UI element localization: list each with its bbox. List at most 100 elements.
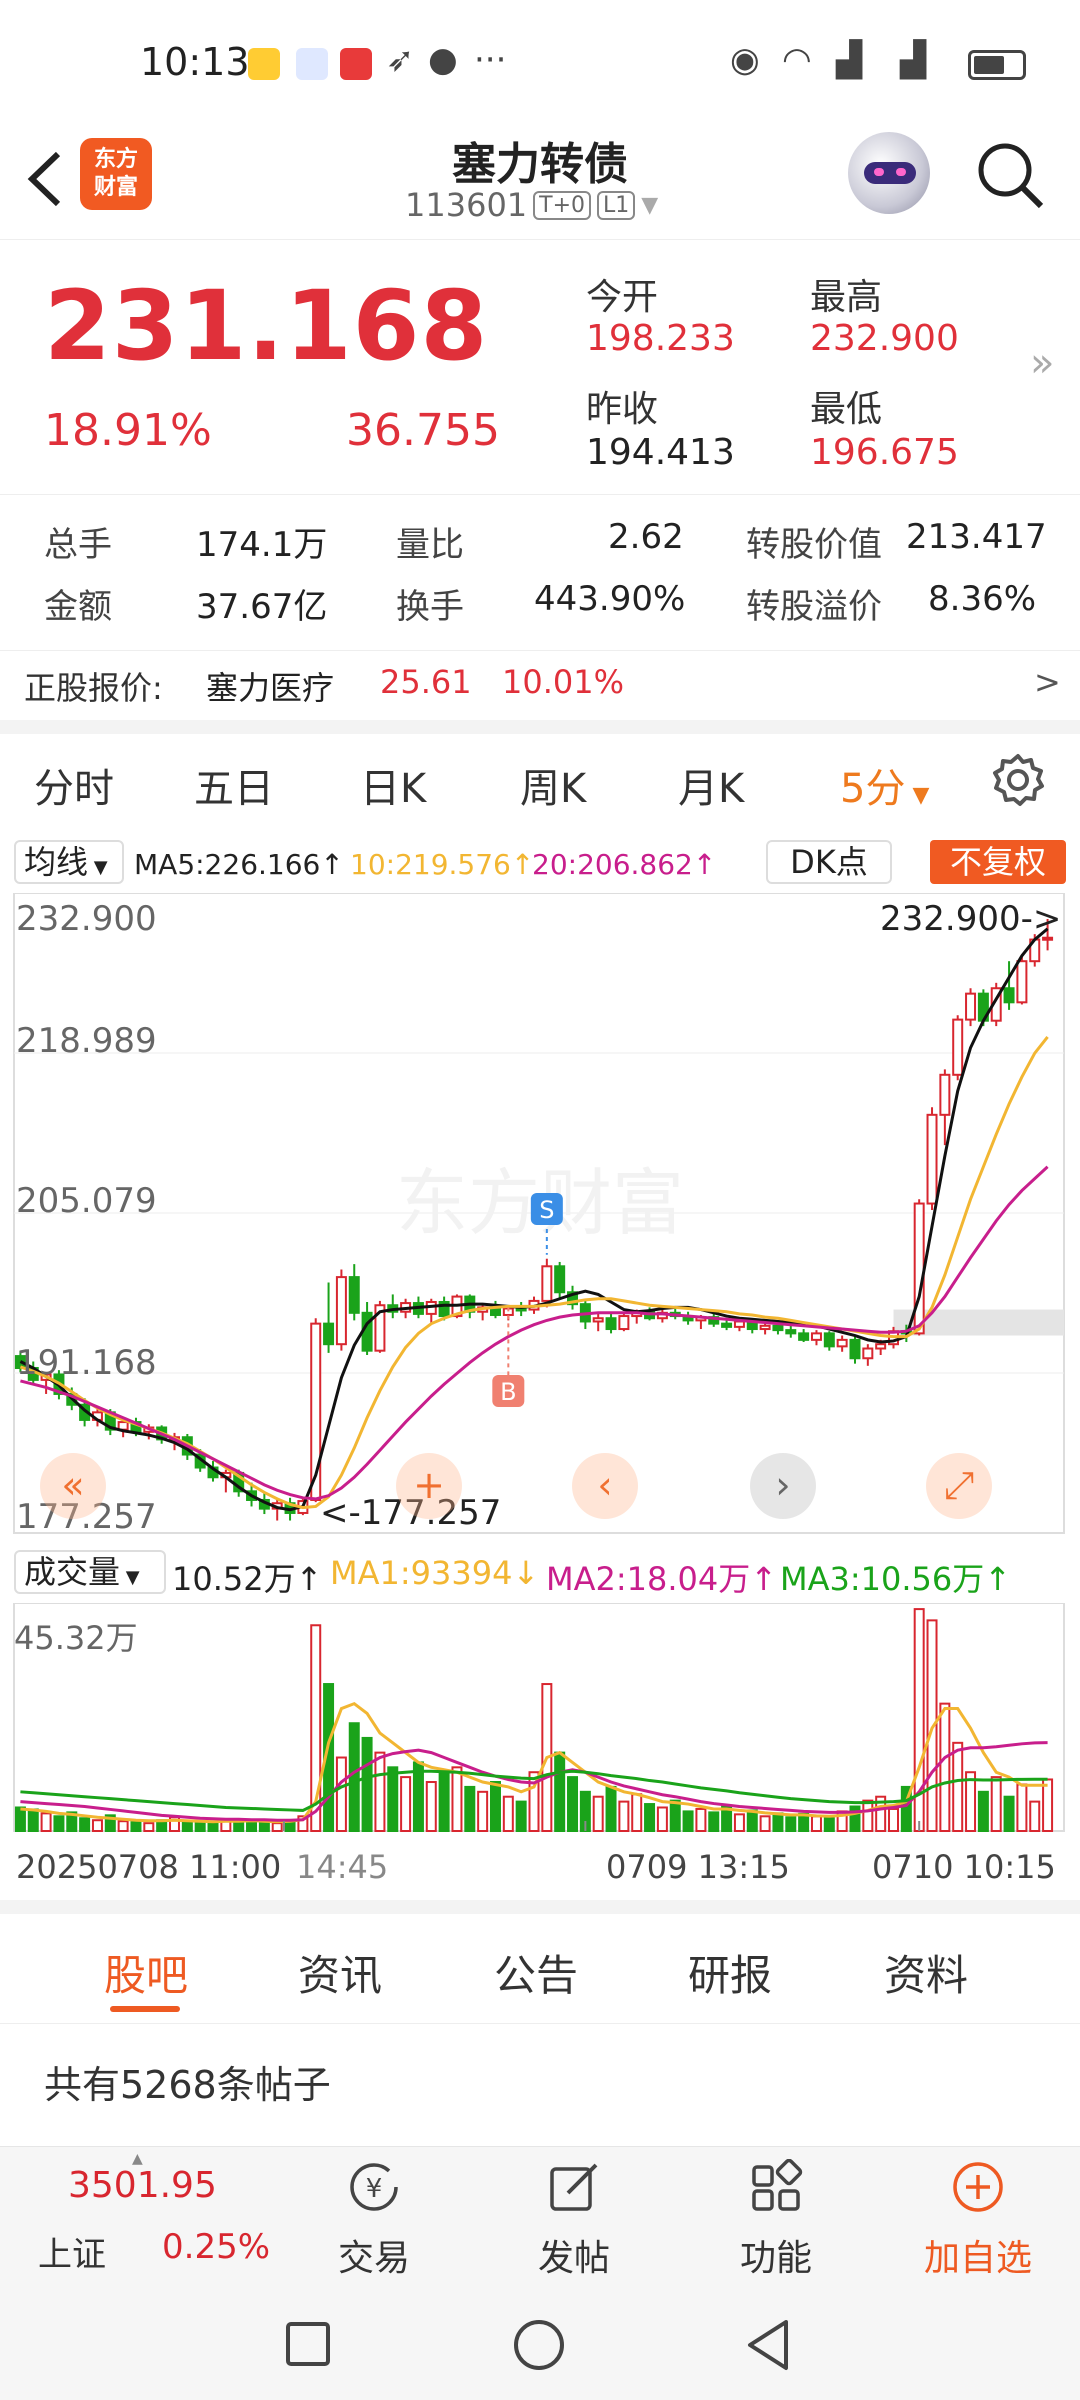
recent-apps-icon[interactable] <box>284 2320 334 2370</box>
volume-bar-down <box>130 1821 142 1832</box>
y-tick-label: 191.168 <box>16 1343 157 1383</box>
tab-weekly-k[interactable]: 周K <box>520 756 586 814</box>
buy-marker-text: B <box>500 1378 516 1406</box>
turnover-label: 换手 <box>396 587 464 627</box>
fast-back-button[interactable]: « <box>40 1453 106 1519</box>
security-code: 113601 <box>405 186 528 224</box>
ma10-line <box>19 1035 1049 1510</box>
underlying-stock-row[interactable]: 正股报价: 塞力医疗 25.61 10.01% > <box>0 650 1080 720</box>
scroll-left-button[interactable]: ‹ <box>572 1453 638 1519</box>
volume-bar-down <box>708 1811 720 1832</box>
ma-row: 均线 ▼ MA5:226.166↑ 10:219.576↑ 20:206.862… <box>0 840 1080 890</box>
candle-up <box>810 1332 822 1341</box>
chat-icon: ● <box>428 40 458 80</box>
candle-down <box>785 1329 797 1335</box>
volume-bar-down <box>464 1785 476 1832</box>
svg-text:¥: ¥ <box>366 2174 383 2204</box>
prev-close-label: 昨收 <box>586 389 659 430</box>
tab-news[interactable]: 资讯 <box>298 1942 382 2003</box>
volume-bar-up <box>592 1795 604 1833</box>
kline-chart[interactable]: 东方财富SB 232.900 218.989 205.079 191.168 1… <box>0 893 1080 1543</box>
candle-down <box>605 1317 617 1331</box>
volume-bar-up <box>374 1751 386 1832</box>
tab-daily-k[interactable]: 日K <box>360 756 426 814</box>
scroll-right-button[interactable]: › <box>750 1453 816 1519</box>
volume-chart[interactable]: 45.32万 <box>0 1602 1080 1843</box>
gear-icon[interactable] <box>990 752 1046 808</box>
volume-current: 10.52万↑ <box>172 1560 323 1598</box>
zoom-in-button[interactable]: + <box>396 1453 462 1519</box>
volume-bar-down <box>14 1806 26 1832</box>
volume-value: 174.1万 <box>196 525 328 565</box>
dk-point-button[interactable]: DK点 <box>766 840 892 884</box>
tab-profile[interactable]: 资料 <box>884 1942 968 2003</box>
indicator-selector[interactable]: 均线 ▼ <box>14 840 124 884</box>
plus-circle-icon <box>953 2162 1003 2212</box>
volume-bar-up <box>913 1608 925 1832</box>
adjust-button[interactable]: 不复权 <box>930 840 1066 884</box>
underlying-pct: 10.01% <box>502 663 625 701</box>
candle-up <box>913 1202 925 1335</box>
paper-plane-icon: ➶ <box>386 40 415 80</box>
amount-value: 37.67亿 <box>196 587 328 627</box>
ma5-value: MA5:226.166↑ <box>134 848 344 881</box>
candle-down <box>1003 987 1015 1004</box>
weibo-icon <box>248 48 280 80</box>
post-count: 共有5268条帖子 <box>44 2063 331 2107</box>
tab-five-day[interactable]: 五日 <box>194 756 274 814</box>
y-tick-label: 232.900 <box>16 899 157 939</box>
volume-bar-down <box>207 1821 219 1832</box>
content-tabs: 股吧 资讯 公告 研报 资料 <box>0 1914 1080 2024</box>
divider <box>0 1900 1080 1914</box>
volume-bar-up <box>631 1793 643 1832</box>
grid-icon <box>752 2159 803 2211</box>
volume-bar-up <box>1042 1778 1054 1833</box>
tab-intraday[interactable]: 分时 <box>34 756 114 814</box>
tab-forum[interactable]: 股吧 <box>104 1942 188 2003</box>
tab-monthly-k[interactable]: 月K <box>678 756 744 814</box>
signal-icon: ▟ <box>836 40 863 80</box>
volume-bar-down <box>438 1771 450 1832</box>
volume-bar-down <box>489 1781 501 1832</box>
post-button[interactable]: 发帖 <box>484 2147 664 2281</box>
volume-bar-down <box>27 1808 39 1833</box>
search-icon[interactable] <box>975 140 1045 210</box>
vol-ratio-value: 2.62 <box>608 517 684 557</box>
index-ticker[interactable]: ▲ 3501.95 上证 0.25% <box>0 2147 270 2281</box>
volume-bar-up <box>40 1812 52 1832</box>
candle-up <box>836 1338 848 1348</box>
kline-svg: 东方财富SB <box>13 893 1065 1534</box>
volume-bar-up <box>952 1741 964 1832</box>
assistant-robot-icon[interactable] <box>848 132 930 214</box>
home-icon[interactable] <box>512 2318 566 2372</box>
open-label: 今开 <box>586 277 659 318</box>
tab-research[interactable]: 研报 <box>688 1942 772 2003</box>
volume-bar-up <box>810 1815 822 1833</box>
edit-icon <box>550 2163 598 2211</box>
candle-up <box>875 1343 887 1350</box>
security-code-row[interactable]: 113601 T+0 L1 ▼ <box>405 186 658 224</box>
volume-selector[interactable]: 成交量 ▼ <box>14 1550 166 1594</box>
volume-bar-down <box>605 1785 617 1832</box>
tab-announcements[interactable]: 公告 <box>494 1942 578 2003</box>
volume-bar-down <box>233 1820 245 1833</box>
trade-button[interactable]: ¥ 交易 <box>284 2147 464 2281</box>
t0-tag: T+0 <box>533 190 592 220</box>
more-icon: ··· <box>474 40 507 80</box>
x-axis-label: 0710 10:15 <box>872 1848 1056 1886</box>
function-button[interactable]: 功能 <box>686 2147 866 2281</box>
double-chevron-right-icon[interactable]: » <box>1030 340 1054 386</box>
wifi-icon: ◠ <box>782 40 812 80</box>
tab-5min[interactable]: 5分 ▼ <box>840 756 929 814</box>
candle-up <box>618 1315 630 1331</box>
back-nav-icon[interactable] <box>744 2318 794 2372</box>
premium-label: 转股溢价 <box>746 587 882 627</box>
expand-icon[interactable]: ⤢ <box>926 1453 992 1519</box>
open-value: 198.233 <box>586 318 735 359</box>
underlying-price: 25.61 <box>380 663 472 701</box>
turnover-value: 443.90% <box>534 579 686 619</box>
low-label: 最低 <box>810 389 883 430</box>
volume-bar-up <box>117 1820 129 1833</box>
candle-down <box>348 1276 360 1314</box>
add-watchlist-button[interactable]: 加自选 <box>888 2147 1068 2281</box>
